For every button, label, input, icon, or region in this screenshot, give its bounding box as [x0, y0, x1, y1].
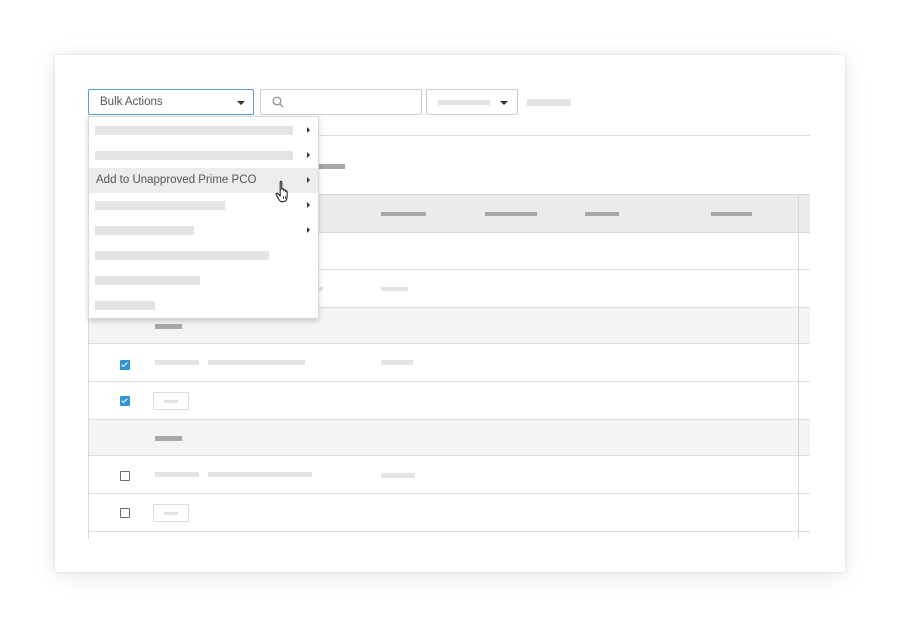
menu-item[interactable] [89, 268, 318, 293]
bulk-actions-label: Bulk Actions [100, 96, 163, 108]
menu-item-label-placeholder [95, 276, 200, 285]
group-row[interactable] [88, 420, 810, 456]
menu-item[interactable] [89, 218, 318, 243]
table-row[interactable] [88, 382, 810, 420]
filter-value-placeholder [438, 100, 490, 105]
chevron-right-icon [307, 202, 310, 208]
menu-item-label-placeholder [95, 251, 269, 260]
menu-item-label-placeholder [95, 226, 194, 235]
menu-item-label-placeholder [95, 126, 293, 135]
toolbar-divider [319, 135, 810, 136]
row-checkbox[interactable] [120, 360, 130, 370]
group-title-placeholder [155, 436, 182, 441]
toolbar-text-placeholder [527, 99, 571, 106]
table-row[interactable] [88, 494, 810, 532]
app-card: Bulk Actions Add to Unapproved Prime PCO [55, 55, 845, 572]
table-row[interactable] [88, 344, 810, 382]
column-header[interactable] [711, 212, 752, 216]
menu-item-label-placeholder [95, 151, 293, 160]
bulk-actions-dropdown[interactable]: Bulk Actions [88, 89, 254, 115]
table-row[interactable] [88, 456, 810, 494]
chevron-right-icon [307, 152, 310, 158]
cell-placeholder [381, 287, 408, 291]
chevron-down-icon [500, 101, 508, 105]
menu-item[interactable] [89, 143, 318, 168]
pointer-hand-icon [275, 180, 288, 203]
search-input[interactable] [260, 89, 422, 115]
filter-dropdown[interactable] [426, 89, 518, 115]
column-header[interactable] [585, 212, 619, 216]
menu-item-label-placeholder [95, 301, 155, 310]
table-column-divider [798, 194, 799, 539]
section-title-placeholder [319, 164, 345, 169]
cell-placeholder [381, 473, 415, 478]
menu-item[interactable] [89, 118, 318, 143]
chevron-down-icon [237, 101, 245, 105]
chevron-right-icon [307, 127, 310, 133]
menu-item[interactable] [89, 293, 318, 318]
cell-placeholder [155, 472, 199, 477]
column-header[interactable] [485, 212, 537, 216]
cell-placeholder [155, 360, 199, 365]
chevron-right-icon [307, 227, 310, 233]
row-checkbox[interactable] [120, 396, 130, 406]
group-title-placeholder [155, 324, 182, 329]
cell-placeholder [208, 472, 312, 477]
menu-item-label-placeholder [95, 201, 225, 210]
row-checkbox[interactable] [120, 471, 130, 481]
cell-chip[interactable] [153, 392, 189, 410]
menu-item[interactable] [89, 243, 318, 268]
cell-placeholder [381, 360, 413, 365]
column-header[interactable] [381, 212, 426, 216]
bulk-actions-menu: Add to Unapproved Prime PCO [88, 116, 319, 319]
search-icon [272, 96, 284, 108]
cell-placeholder [208, 360, 305, 365]
chevron-right-icon [307, 177, 310, 183]
row-checkbox[interactable] [120, 508, 130, 518]
menu-item-label: Add to Unapproved Prime PCO [96, 174, 257, 186]
cell-chip[interactable] [153, 504, 189, 522]
